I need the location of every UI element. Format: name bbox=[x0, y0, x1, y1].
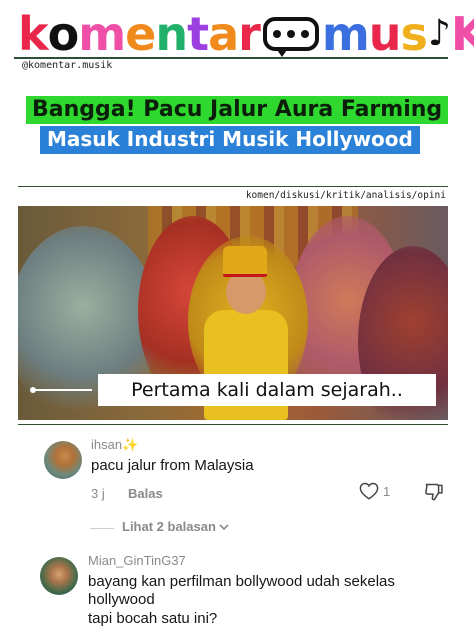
logo-letter: t bbox=[187, 7, 209, 61]
bubble-dot bbox=[286, 30, 295, 38]
logo-letter: a bbox=[208, 7, 239, 61]
section-divider bbox=[18, 186, 448, 187]
avatar[interactable] bbox=[44, 441, 82, 479]
headline-line-2: Masuk Industri Musik Hollywood bbox=[40, 126, 420, 154]
header-divider bbox=[14, 57, 448, 59]
view-replies-label: Lihat 2 balasan bbox=[122, 519, 216, 534]
comment-text-line-2: tapi bocah satu ini? bbox=[88, 610, 218, 627]
comments-divider bbox=[18, 424, 448, 425]
logo-letter: o bbox=[47, 7, 80, 61]
headline-line-1: Bangga! Pacu Jalur Aura Farming bbox=[26, 96, 449, 124]
heart-icon bbox=[359, 482, 379, 500]
bubble-dot bbox=[300, 30, 309, 38]
reply-button[interactable]: Balas bbox=[128, 486, 163, 501]
replies-divider bbox=[90, 528, 114, 529]
category-tags: komen/diskusi/kritik/analisis/opini bbox=[245, 190, 446, 201]
comment-text: bayang kan perfilman bollywood udah seke… bbox=[88, 573, 395, 608]
like-count: 1 bbox=[383, 483, 391, 499]
like-button[interactable]: 1 bbox=[359, 482, 390, 500]
comment-username[interactable]: ihsan✨ bbox=[91, 437, 138, 453]
video-thumbnail[interactable]: Pertama kali dalam sejarah.. bbox=[18, 206, 448, 420]
view-replies-button[interactable]: Lihat 2 balasan bbox=[122, 519, 229, 534]
boy-figure-hat bbox=[223, 246, 267, 277]
logo-letter: m bbox=[321, 7, 370, 61]
comment-username[interactable]: Mian_GinTinG37 bbox=[88, 553, 186, 568]
caption-pointer-line bbox=[32, 389, 92, 391]
logo-letter: e bbox=[125, 7, 156, 61]
logo-letter: K bbox=[450, 7, 474, 61]
logo-letter: n bbox=[155, 7, 188, 61]
page: k o m e n t a r m u s ♪ K @komentar.musik Bangga! Pa… bbox=[0, 0, 474, 632]
video-caption: Pertama kali dalam sejarah.. bbox=[98, 374, 436, 406]
chevron-down-icon bbox=[219, 523, 229, 530]
comment-timestamp: 3 j bbox=[91, 486, 105, 501]
account-handle: @komentar.musik bbox=[22, 60, 113, 71]
logo-letter: s bbox=[400, 7, 428, 61]
logo-letter: m bbox=[78, 7, 126, 61]
logo-letter: r bbox=[238, 7, 261, 61]
logo-letter: u bbox=[368, 7, 402, 61]
komentar-musik-logo: k o m e n t a r m u s ♪ K bbox=[18, 6, 474, 62]
comment-text: pacu jalur from Malaysia bbox=[91, 457, 254, 474]
logo-letter: k bbox=[18, 7, 49, 61]
music-note-icon: ♪ bbox=[427, 13, 451, 54]
avatar[interactable] bbox=[40, 557, 78, 595]
thumbs-down-icon bbox=[425, 483, 443, 501]
dislike-button[interactable] bbox=[424, 482, 444, 507]
bubble-dot bbox=[272, 30, 281, 38]
chat-bubble-icon bbox=[262, 17, 319, 57]
